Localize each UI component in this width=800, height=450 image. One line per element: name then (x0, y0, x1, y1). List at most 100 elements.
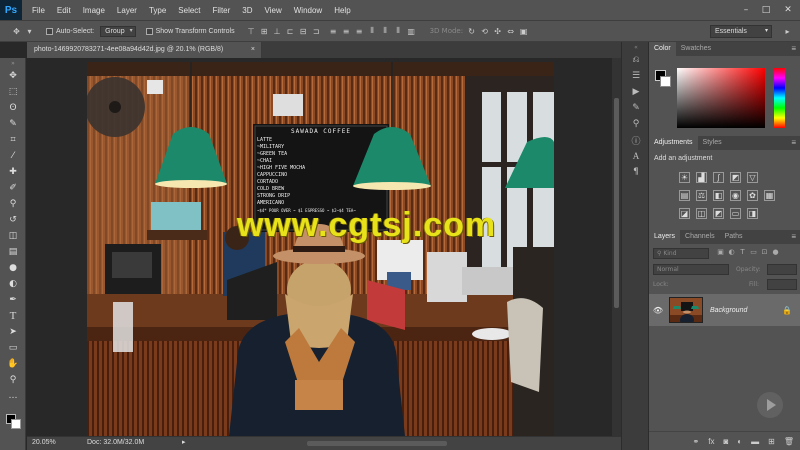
character-panel-icon[interactable]: A (622, 148, 650, 164)
menu-window[interactable]: Window (288, 6, 328, 15)
tab-color[interactable]: Color (649, 42, 676, 56)
menu-image[interactable]: Image (77, 6, 111, 15)
fill-field[interactable] (767, 279, 797, 290)
menu-type[interactable]: Type (143, 6, 172, 15)
quick-select-tool-icon[interactable]: ✎ (0, 116, 26, 132)
document-info[interactable]: Doc: 32.0M/32.0M (87, 439, 144, 446)
menu-edit[interactable]: Edit (51, 6, 77, 15)
panel-menu-icon[interactable]: ≡ (791, 42, 796, 56)
color-balance-icon[interactable]: ⚖ (696, 190, 707, 201)
actions-panel-icon[interactable]: ▶ (622, 84, 650, 100)
lasso-tool-icon[interactable]: ʘ (0, 100, 26, 116)
brush-panel-icon[interactable]: ✎ (622, 100, 650, 116)
3d-slide-icon[interactable]: ⇔ (506, 27, 515, 36)
history-panel-icon[interactable]: ⎌ (622, 52, 650, 68)
photo-filter-icon[interactable]: ◉ (730, 190, 741, 201)
layer-filter-dropdown[interactable]: ⚲ Kind (653, 248, 709, 259)
zoom-level-field[interactable]: 20.05% (32, 439, 56, 446)
collapse-dock-icon[interactable]: « (622, 42, 650, 52)
distribute-top-icon[interactable]: ≡ (329, 27, 338, 36)
pen-tool-icon[interactable]: ✒ (0, 292, 26, 308)
maximize-button[interactable]: □ (756, 0, 776, 20)
3d-scale-icon[interactable]: ▣ (519, 27, 528, 36)
align-right-icon[interactable]: ⊐ (312, 27, 321, 36)
workspace-arrow-icon[interactable]: ▸ (783, 27, 792, 36)
3d-roll-icon[interactable]: ⟲ (480, 27, 489, 36)
filter-shape-icon[interactable]: ▭ (748, 248, 759, 260)
eraser-tool-icon[interactable]: ◫ (0, 228, 26, 244)
gradient-map-icon[interactable]: ▭ (730, 208, 741, 219)
new-layer-icon[interactable]: ⊞ (768, 437, 775, 446)
move-tool-icon[interactable]: ✥ (0, 68, 26, 84)
exposure-icon[interactable]: ◩ (730, 172, 741, 183)
add-mask-icon[interactable]: ◙ (723, 437, 728, 446)
curves-icon[interactable]: ∫ (713, 172, 724, 183)
color-spectrum-field[interactable] (677, 68, 765, 128)
minimize-button[interactable]: – (736, 0, 756, 20)
tool-preset-chevron-icon[interactable]: ▾ (25, 27, 34, 36)
panel-background-swatch[interactable] (660, 76, 671, 87)
document-image[interactable]: SAWADA COFFEE LATTE ~MILITARY ~GREEN TEA… (87, 62, 554, 436)
menu-view[interactable]: View (259, 6, 288, 15)
workspace-dropdown[interactable]: Essentials (710, 25, 772, 38)
clone-stamp-tool-icon[interactable]: ⚲ (0, 196, 26, 212)
hue-saturation-icon[interactable]: ▤ (679, 190, 690, 201)
horizontal-scrollbar[interactable] (307, 441, 447, 446)
vibrance-icon[interactable]: ▽ (747, 172, 758, 183)
filter-adjustment-icon[interactable]: ◐ (726, 248, 737, 260)
filter-smart-object-icon[interactable]: ⊡ (759, 248, 770, 260)
move-tool-icon[interactable]: ✥ (12, 27, 21, 36)
paragraph-panel-icon[interactable]: ¶ (622, 164, 650, 180)
auto-select-dropdown[interactable]: Group (100, 25, 136, 37)
3d-pan-icon[interactable]: ✣ (493, 27, 502, 36)
marquee-tool-icon[interactable]: ⬚ (0, 84, 26, 100)
distribute-hcenter-icon[interactable]: ⫴ (381, 26, 390, 36)
type-tool-icon[interactable]: T (0, 308, 26, 324)
align-vcenter-icon[interactable]: ⊞ (260, 27, 269, 36)
menu-file[interactable]: File (26, 6, 51, 15)
posterize-icon[interactable]: ◫ (696, 208, 707, 219)
vertical-scrollbar[interactable] (612, 58, 621, 436)
dodge-tool-icon[interactable]: ◐ (0, 276, 26, 292)
blur-tool-icon[interactable]: ● (0, 260, 26, 276)
selective-color-icon[interactable]: ◨ (747, 208, 758, 219)
show-transform-checkbox[interactable]: Show Transform Controls (145, 27, 235, 35)
panel-menu-icon[interactable]: ≡ (791, 230, 796, 244)
threshold-icon[interactable]: ◩ (713, 208, 724, 219)
panel-menu-icon[interactable]: ≡ (791, 136, 796, 150)
levels-icon[interactable]: ▟ (696, 172, 707, 183)
distribute-vcenter-icon[interactable]: ≡ (342, 27, 351, 36)
clone-source-panel-icon[interactable]: ⚲ (622, 116, 650, 132)
zoom-tool-icon[interactable]: ⚲ (0, 372, 26, 388)
filter-type-icon[interactable]: T (737, 248, 748, 260)
distribute-right-icon[interactable]: ⫴ (394, 26, 403, 36)
healing-brush-tool-icon[interactable]: ✚ (0, 164, 26, 180)
channel-mixer-icon[interactable]: ✿ (747, 190, 758, 201)
status-menu-arrow-icon[interactable]: ▸ (182, 438, 186, 446)
hand-tool-icon[interactable]: ✋ (0, 356, 26, 372)
menu-filter[interactable]: Filter (207, 6, 237, 15)
link-layers-icon[interactable]: ⚭ (693, 437, 700, 446)
brush-tool-icon[interactable]: ✐ (0, 180, 26, 196)
align-hcenter-icon[interactable]: ⊟ (299, 27, 308, 36)
filter-pixel-icon[interactable]: ▣ (715, 248, 726, 260)
layer-name[interactable]: Background (710, 307, 747, 314)
filter-toggle-icon[interactable]: ● (770, 248, 781, 260)
visibility-eye-icon[interactable]: 👁 (651, 306, 665, 315)
gradient-tool-icon[interactable]: ▤ (0, 244, 26, 260)
menu-layer[interactable]: Layer (111, 6, 143, 15)
menu-3d[interactable]: 3D (236, 6, 258, 15)
crop-tool-icon[interactable]: ⌗ (0, 132, 26, 148)
document-tab[interactable]: photo-1469920783271-4ee08a94d42d.jpg @ 2… (27, 42, 262, 58)
close-window-button[interactable]: ✕ (778, 0, 798, 20)
menu-select[interactable]: Select (172, 6, 206, 15)
tab-layers[interactable]: Layers (649, 230, 681, 244)
3d-rotate-icon[interactable]: ↻ (467, 27, 476, 36)
tab-paths[interactable]: Paths (720, 230, 748, 244)
rectangle-tool-icon[interactable]: ▭ (0, 340, 26, 356)
properties-panel-icon[interactable]: ☰ (622, 68, 650, 84)
tab-swatches[interactable]: Swatches (676, 42, 716, 56)
align-left-icon[interactable]: ⊏ (286, 27, 295, 36)
tab-adjustments[interactable]: Adjustments (649, 136, 698, 150)
menu-help[interactable]: Help (328, 6, 356, 15)
